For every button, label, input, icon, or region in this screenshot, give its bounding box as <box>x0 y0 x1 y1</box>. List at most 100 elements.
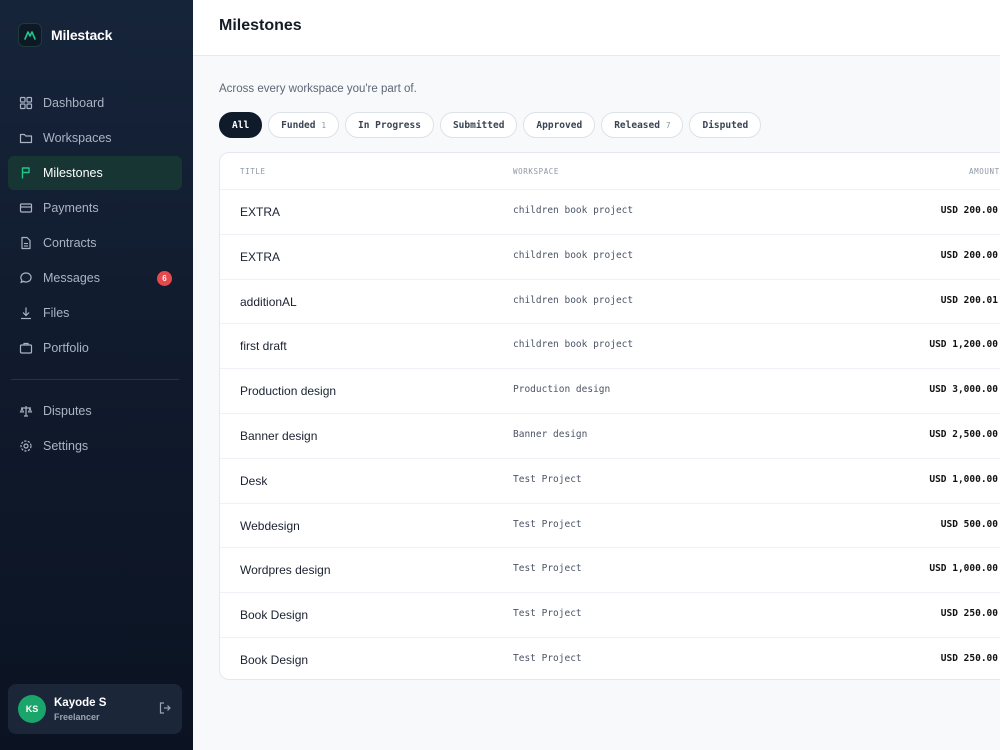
sidebar-item-messages[interactable]: Messages 6 <box>8 261 182 295</box>
flag-icon <box>19 166 33 180</box>
sidebar-item-portfolio[interactable]: Portfolio <box>8 331 182 365</box>
filter-label: Funded <box>281 119 316 131</box>
download-icon <box>19 306 33 320</box>
milestone-title: EXTRA <box>240 205 281 219</box>
table-row[interactable]: first draft children book project USD 1,20… <box>220 324 1000 370</box>
brand-name: Milestack <box>51 27 113 43</box>
milestone-title: Wordpres design <box>240 563 331 578</box>
filter-label: Submitted <box>452 119 505 131</box>
sidebar-item-label: Portfolio <box>43 341 89 355</box>
logout-icon[interactable] <box>158 701 172 715</box>
user-role: Freelancer <box>54 711 100 722</box>
table-row[interactable]: additionAL children book project USD 200.0… <box>220 280 1000 325</box>
sidebar-item-label: Milestones <box>43 166 103 180</box>
column-header-title: TITLE <box>240 167 266 176</box>
milestone-workspace: Test Project <box>513 608 582 620</box>
status-filters: All Funded 1 In Progress Submitted Approv… <box>219 112 767 138</box>
milestone-amount: USD 200.01 <box>940 294 998 306</box>
brand[interactable]: Milestack <box>18 22 112 48</box>
filter-label: Disputed <box>702 119 749 131</box>
filter-in-progress[interactable]: In Progress <box>345 112 434 138</box>
table-row[interactable]: Webdesign Test Project USD 500.00 <box>220 504 1000 549</box>
sidebar-item-settings[interactable]: Settings <box>8 429 182 463</box>
filter-label: All <box>232 119 250 131</box>
milestone-title: Book Design <box>240 652 309 667</box>
table-row[interactable]: EXTRA children book project USD 200.00 <box>220 235 1000 280</box>
filter-funded[interactable]: Funded 1 <box>268 112 340 138</box>
table-row[interactable]: Book Design Test Project USD 250.00 <box>220 638 1000 679</box>
table-header: TITLE WORKSPACE AMOUNT <box>220 153 1000 190</box>
sidebar-item-label: Disputes <box>43 404 92 418</box>
milestone-title: EXTRA <box>240 249 281 264</box>
milestone-title: additionAL <box>240 294 297 309</box>
sidebar-item-contracts[interactable]: Contracts <box>8 226 182 260</box>
table-row[interactable]: Banner design Banner design USD 2,500.00 <box>220 414 1000 459</box>
milestone-title: Webdesign <box>240 518 300 533</box>
table-row[interactable]: EXTRA children book project USD 200.00 <box>220 190 1000 235</box>
milestone-amount: USD 3,000.00 <box>929 384 998 396</box>
folder-icon <box>19 131 33 145</box>
user-name: Kayode S <box>54 696 107 709</box>
milestone-amount: USD 250.00 <box>940 652 998 664</box>
column-header-amount: AMOUNT <box>969 167 1000 176</box>
milestone-amount: USD 250.00 <box>940 608 998 620</box>
milestone-workspace: children book project <box>513 249 634 261</box>
table-row[interactable]: Production design Production design USD 3,… <box>220 369 1000 414</box>
chat-icon <box>19 271 33 285</box>
sidebar-item-label: Contracts <box>43 236 97 250</box>
user-card[interactable]: KS Kayode S Freelancer <box>8 684 182 734</box>
filter-label: In Progress <box>358 119 421 131</box>
milestone-title: Production design <box>240 384 337 399</box>
topbar: Milestones <box>193 0 1000 56</box>
sidebar-item-milestones[interactable]: Milestones <box>8 156 182 190</box>
document-icon <box>19 236 33 250</box>
sidebar-item-label: Files <box>43 306 70 320</box>
filter-count: 7 <box>665 120 671 130</box>
milestone-workspace: Test Project <box>513 518 582 530</box>
filter-released[interactable]: Released 7 <box>601 112 684 138</box>
sidebar-item-files[interactable]: Files <box>8 296 182 330</box>
scale-icon <box>19 404 33 418</box>
milestone-workspace: Banner design <box>513 428 588 440</box>
filter-count: 1 <box>321 120 327 130</box>
sidebar-item-workspaces[interactable]: Workspaces <box>8 121 182 155</box>
milestone-title: Banner design <box>240 428 318 443</box>
milestone-workspace: children book project <box>513 294 634 306</box>
filter-submitted[interactable]: Submitted <box>439 112 518 138</box>
table-row[interactable]: Wordpres design Test Project USD 1,000.00 <box>220 548 1000 594</box>
milestack-logo-icon <box>18 23 42 47</box>
milestone-title: Book Design <box>240 608 309 623</box>
milestone-amount: USD 200.00 <box>940 249 998 261</box>
table-row[interactable]: Desk Test Project USD 1,000.00 <box>220 459 1000 504</box>
milestone-title: Desk <box>240 473 268 488</box>
filter-disputed[interactable]: Disputed <box>689 112 762 138</box>
sidebar-item-label: Settings <box>43 439 89 453</box>
milestones-table: TITLE WORKSPACE AMOUNT EXTRA children boo… <box>219 152 1000 680</box>
sidebar-divider <box>11 379 179 380</box>
sidebar-item-disputes[interactable]: Disputes <box>8 394 182 428</box>
grid-icon <box>19 96 33 110</box>
sidebar: Milestack Dashboard Workspaces Milestone… <box>0 0 193 750</box>
milestone-workspace: children book project <box>513 205 634 216</box>
milestone-amount: USD 2,500.00 <box>929 428 998 440</box>
sidebar-item-payments[interactable]: Payments <box>8 191 182 225</box>
page-subtitle: Across every workspace you're part of. <box>219 83 417 95</box>
card-icon <box>19 201 33 215</box>
sidebar-item-dashboard[interactable]: Dashboard <box>8 86 182 120</box>
milestone-amount: USD 1,000.00 <box>929 473 998 485</box>
sidebar-item-label: Workspaces <box>43 131 112 145</box>
milestone-workspace: children book project <box>513 339 634 351</box>
milestone-amount: USD 500.00 <box>940 518 998 530</box>
filter-approved[interactable]: Approved <box>523 112 596 138</box>
page-title: Milestones <box>219 17 302 34</box>
table-row[interactable]: Book Design Test Project USD 250.00 <box>220 593 1000 638</box>
filter-label: Approved <box>536 119 583 131</box>
sidebar-nav: Dashboard Workspaces Milestones Payments… <box>8 86 182 464</box>
filter-all[interactable]: All <box>219 112 263 138</box>
column-header-workspace: WORKSPACE <box>513 167 560 176</box>
gear-icon <box>19 439 33 453</box>
milestone-workspace: Production design <box>513 384 611 396</box>
table-body: EXTRA children book project USD 200.00 EXT… <box>220 190 1000 679</box>
milestone-workspace: Test Project <box>513 473 582 485</box>
milestone-amount: USD 200.00 <box>940 205 998 216</box>
